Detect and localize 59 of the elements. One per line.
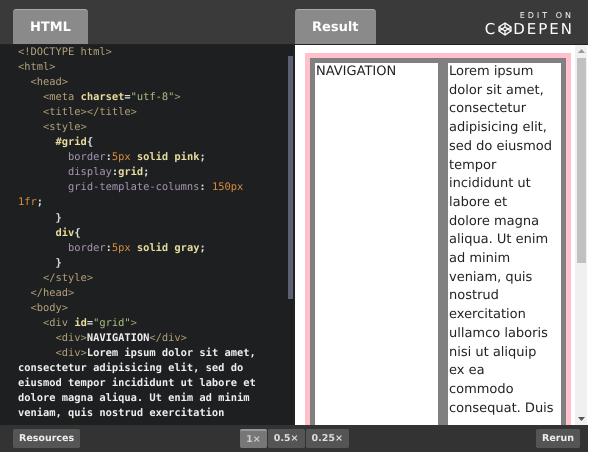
code-line: <meta charset="utf-8"> [42, 90, 181, 106]
content-text-line: ullamco laboris [449, 324, 548, 343]
zoom-button[interactable]: 1× [240, 429, 267, 448]
code-line: consectetur adipisicing elit, sed do [18, 360, 244, 376]
content-text-line: dolor sit amet, [449, 82, 544, 100]
resources-button[interactable]: Resources [13, 429, 80, 448]
code-line: <div id="grid"> [42, 316, 137, 331]
content-text-line: ex ea [449, 362, 485, 380]
content-text-line: dolore magna [449, 212, 540, 231]
code-line: <div>NAVIGATION</div> [54, 330, 187, 346]
code-line: border:5px solid pink; [67, 150, 206, 166]
content-text-line: sed do eiusmod [449, 138, 552, 156]
scroll-down-icon[interactable] [578, 417, 584, 422]
code-line: } [54, 256, 62, 271]
content-text-line: commodo [449, 380, 514, 399]
rerun-button[interactable]: Rerun [536, 429, 580, 448]
logo-caption: EDIT ON [520, 10, 574, 20]
code-line: <style> [42, 120, 87, 136]
code-line: display:grid; [67, 165, 150, 180]
content-text-line: adipisicing elit, [449, 119, 547, 138]
zoom-button[interactable]: 0.25× [306, 429, 349, 448]
scrollbar[interactable] [575, 45, 587, 425]
html-tab[interactable]: HTML [13, 9, 88, 44]
content-text-line: exercitation [449, 306, 526, 324]
scrollbar-thumb[interactable] [288, 56, 293, 299]
content-text-line: nostrud [449, 287, 499, 306]
code-line: grid-template-columns: 150px [67, 180, 244, 196]
navigation-text: NAVIGATION [316, 63, 396, 81]
code-line: </head> [30, 286, 74, 301]
code-line: } [54, 210, 62, 226]
code-line: <head> [30, 75, 68, 90]
zoom-button[interactable]: 0.5× [268, 429, 304, 448]
content-text-line: aliqua. Ut enim [449, 231, 548, 250]
content-text-line: ad minim [449, 250, 510, 268]
content-text-line: Lorem ipsum [449, 63, 534, 81]
result-tab[interactable]: Result [295, 9, 376, 44]
codepen-logo[interactable]: C DEPEN [484, 20, 574, 38]
code-line: 1fr; [18, 195, 44, 210]
code-line: veniam, quis nostrud exercitation [18, 406, 224, 422]
code-line: <title></title> [42, 105, 137, 120]
content-text-line: labore et [449, 194, 508, 212]
code-line: <html> [18, 60, 56, 76]
scroll-up-icon[interactable] [578, 48, 584, 53]
content-text-line: veniam, quis [449, 268, 532, 287]
code-line: eiusmod tempor incididunt ut labore et [18, 376, 256, 392]
code-line: <!DOCTYPE html> [18, 45, 112, 60]
content-text-line: tempor [449, 156, 496, 175]
logo-cube-icon [498, 22, 512, 36]
content-text-line: consectetur [449, 100, 526, 118]
code-line: dolore magna aliqua. Ut enim ad minim [18, 391, 250, 406]
code-line: <body> [30, 300, 68, 316]
code-line: <div>Lorem ipsum dolor sit amet, [54, 346, 256, 361]
code-line: </style> [42, 270, 94, 286]
code-line: border:5px solid gray; [67, 240, 206, 256]
content-text-line: incididunt ut [449, 175, 531, 194]
content-text-line: nisi ut aliquip [449, 344, 536, 362]
content-text-line: consequat. Duis [449, 400, 554, 418]
code-line: #grid{ [54, 135, 94, 150]
code-line: div{ [54, 226, 81, 241]
